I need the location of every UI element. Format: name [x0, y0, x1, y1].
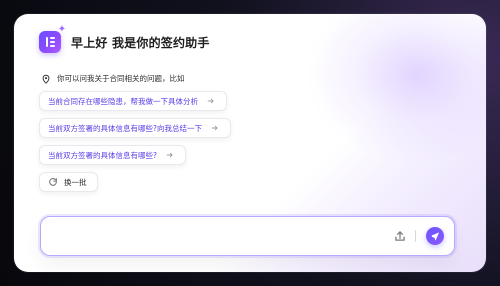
logo-bar [50, 37, 55, 39]
suggestion-text: 当前双方签署的具体信息有哪些? [48, 150, 157, 160]
app-frame: ✦ 早上好 我是你的签约助手 你可以问我关于合同相关的问题，比如 当前合同存在哪… [0, 0, 500, 286]
page-title: 早上好 我是你的签约助手 [71, 35, 210, 50]
logo-bar [50, 45, 55, 47]
upload-icon[interactable] [393, 229, 407, 243]
suggestion-chip[interactable]: 当前双方签署的具体信息有哪些?向我总结一下 [39, 118, 231, 138]
suggestion-text: 当前合同存在哪些隐患，帮我做一下具体分析 [48, 96, 198, 106]
question-hint: 你可以问我关于合同相关的问题，比如 [41, 73, 185, 84]
hint-text: 你可以问我关于合同相关的问题，比如 [57, 74, 185, 83]
send-button[interactable] [426, 227, 444, 245]
suggestion-text: 当前双方签署的具体信息有哪些?向我总结一下 [48, 123, 202, 133]
contract-assistant-logo-icon: ✦ [39, 25, 66, 53]
input-divider [415, 230, 416, 242]
arrow-right-icon [166, 152, 173, 158]
refresh-icon [49, 178, 57, 186]
panel-header: ✦ 早上好 我是你的签约助手 [39, 25, 210, 53]
arrow-right-icon [207, 98, 214, 104]
assistant-panel: ✦ 早上好 我是你的签约助手 你可以问我关于合同相关的问题，比如 当前合同存在哪… [14, 14, 486, 272]
suggestion-chip[interactable]: 当前合同存在哪些隐患，帮我做一下具体分析 [39, 91, 227, 111]
arrow-right-icon [211, 125, 218, 131]
chat-input-bar [40, 216, 455, 256]
sparkle-icon: ✦ [57, 24, 67, 35]
location-pin-icon [42, 74, 50, 84]
chat-input[interactable] [41, 217, 393, 255]
send-icon [431, 232, 439, 241]
refresh-button[interactable]: 换一批 [39, 172, 98, 192]
suggestion-chip[interactable]: 当前双方签署的具体信息有哪些? [39, 145, 186, 165]
decorative-glow [306, 14, 486, 164]
logo-bar [50, 41, 55, 43]
refresh-label: 换一批 [64, 177, 87, 187]
logo-bar [46, 37, 48, 47]
